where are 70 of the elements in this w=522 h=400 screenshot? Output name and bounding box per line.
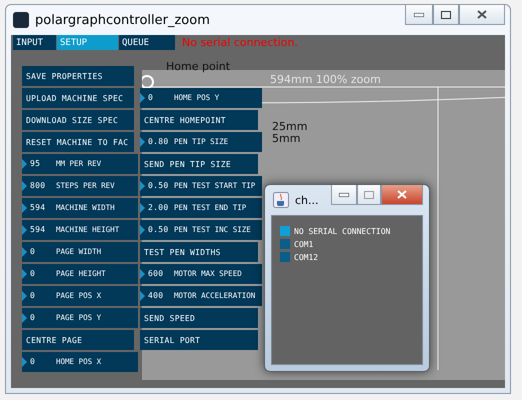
- arrow-icon: [140, 181, 145, 191]
- value-field[interactable]: 0.50: [144, 180, 174, 192]
- tab[interactable]: QUEUE: [119, 35, 175, 50]
- action-button[interactable]: RESET MACHINE TO FAC: [22, 132, 134, 152]
- arrow-icon: [140, 93, 145, 103]
- arrow-icon: [140, 291, 145, 301]
- canvas-label: Home point: [166, 60, 230, 73]
- arrow-icon: [22, 313, 27, 323]
- value-field[interactable]: 600: [144, 268, 174, 280]
- minimize-icon: [414, 12, 424, 16]
- maximize-icon: [364, 190, 374, 198]
- arrow-icon: [140, 269, 145, 279]
- tab[interactable]: INPUT: [13, 35, 56, 50]
- port-option[interactable]: COM12: [280, 252, 414, 262]
- arrow-icon: [22, 181, 27, 191]
- value-field[interactable]: 594: [26, 224, 56, 236]
- value-field[interactable]: 2.00: [144, 202, 174, 214]
- value-field[interactable]: 0.80: [144, 136, 174, 148]
- maximize-button[interactable]: [433, 5, 459, 25]
- action-button[interactable]: SAVE PROPERTIES: [22, 66, 134, 86]
- arrow-icon: [140, 203, 145, 213]
- action-button[interactable]: CENTRE HOMEPOINT: [140, 110, 258, 130]
- canvas-label: 25mm: [272, 120, 308, 133]
- action-button[interactable]: TEST PEN WIDTHS: [140, 242, 258, 262]
- action-button[interactable]: DOWNLOAD SIZE SPEC: [22, 110, 134, 130]
- value-field[interactable]: 0: [26, 268, 56, 280]
- maximize-icon: [441, 10, 451, 18]
- value-field[interactable]: 0: [26, 246, 56, 258]
- value-field[interactable]: 0: [26, 290, 56, 302]
- value-field[interactable]: 0: [144, 92, 174, 104]
- value-field[interactable]: 0.50: [144, 224, 174, 236]
- arrow-icon: [140, 225, 145, 235]
- arrow-icon: [22, 247, 27, 257]
- value-field[interactable]: 594: [26, 202, 56, 214]
- value-field[interactable]: 800: [26, 180, 56, 192]
- arrow-icon: [22, 159, 27, 169]
- app-icon: [13, 12, 29, 28]
- arrow-icon: [140, 137, 145, 147]
- action-button[interactable]: UPLOAD MACHINE SPEC: [22, 88, 134, 108]
- canvas-label: 5mm: [272, 132, 300, 145]
- minimize-icon: [339, 192, 349, 196]
- action-button[interactable]: CENTRE PAGE: [22, 330, 134, 350]
- java-cup-icon: [273, 192, 289, 208]
- arrow-icon: [22, 291, 27, 301]
- arrow-icon: [22, 203, 27, 213]
- arrow-icon: [22, 225, 27, 235]
- value-field[interactable]: 400: [144, 290, 174, 302]
- action-button[interactable]: SEND PEN TIP SIZE: [140, 154, 258, 174]
- close-button[interactable]: [381, 185, 423, 205]
- port-option[interactable]: NO SERIAL CONNECTION: [280, 226, 414, 236]
- close-icon: [477, 10, 487, 19]
- arrow-icon: [22, 269, 27, 279]
- value-field[interactable]: 0: [26, 356, 56, 368]
- minimize-button[interactable]: [331, 185, 357, 205]
- close-button[interactable]: [459, 5, 505, 25]
- port-label: COM12: [294, 252, 318, 262]
- status-message: No serial connection.: [182, 36, 298, 49]
- value-field[interactable]: 95: [26, 158, 56, 170]
- close-icon: [397, 190, 407, 199]
- action-button[interactable]: SEND SPEED: [140, 308, 258, 328]
- window-title: polargraphcontroller_zoom: [35, 12, 211, 28]
- dialog-title: ch...: [295, 194, 320, 206]
- action-button[interactable]: SERIAL PORT: [140, 330, 258, 350]
- port-label: NO SERIAL CONNECTION: [294, 226, 390, 236]
- canvas-label: 594mm 100% zoom: [270, 73, 381, 86]
- port-label: COM1: [294, 240, 314, 248]
- port-option[interactable]: COM1: [280, 239, 414, 249]
- value-field[interactable]: 0: [26, 312, 56, 324]
- minimize-button[interactable]: [405, 5, 433, 25]
- arrow-icon: [22, 357, 27, 367]
